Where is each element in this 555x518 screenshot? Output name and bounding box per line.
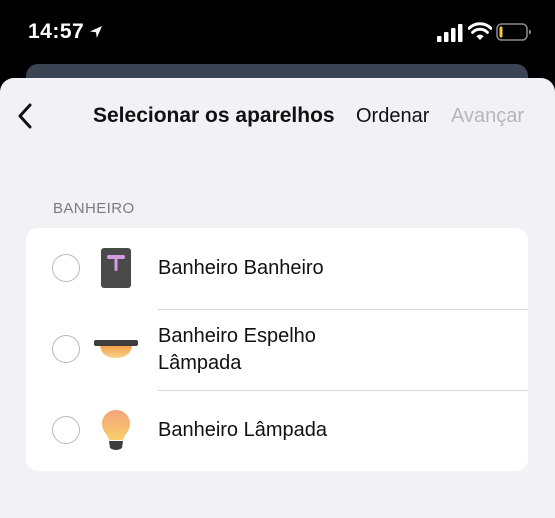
device-list: Banheiro Banheiro Banheiro Espelho Lâmpa… (26, 228, 528, 471)
radio-button[interactable] (52, 416, 80, 444)
page-title: Selecionar os aparelhos (93, 104, 335, 127)
ceiling-light-icon (94, 340, 138, 358)
item-label: Banheiro Lâmpada (158, 419, 328, 441)
item-label: Banheiro Espelho Lâmpada (158, 325, 316, 374)
item-label: Banheiro Banheiro (158, 257, 324, 279)
divider (158, 390, 528, 391)
chevron-left-icon (18, 103, 32, 129)
radio-button[interactable] (52, 335, 80, 363)
status-time: 14:57 (28, 20, 85, 43)
back-button[interactable] (10, 98, 40, 134)
sort-button[interactable]: Ordenar (356, 105, 429, 128)
next-button[interactable]: Avançar (451, 105, 524, 128)
battery-icon (496, 23, 531, 41)
list-item[interactable]: Banheiro Banheiro (26, 228, 528, 309)
bulb-icon (102, 410, 130, 450)
location-arrow-icon (90, 26, 102, 38)
wifi-icon (468, 22, 492, 40)
lightstrip-icon (101, 248, 131, 288)
divider (158, 309, 528, 310)
device-selection-sheet: Selecionar os aparelhos Ordenar Avançar … (0, 78, 555, 518)
status-bar: 14:57 (0, 0, 555, 66)
list-item[interactable]: Banheiro Espelho Lâmpada (26, 309, 528, 390)
radio-button[interactable] (52, 254, 80, 282)
section-header: BANHEIRO (53, 200, 135, 217)
cellular-signal-icon (437, 24, 463, 42)
list-item[interactable]: Banheiro Lâmpada (26, 390, 528, 471)
